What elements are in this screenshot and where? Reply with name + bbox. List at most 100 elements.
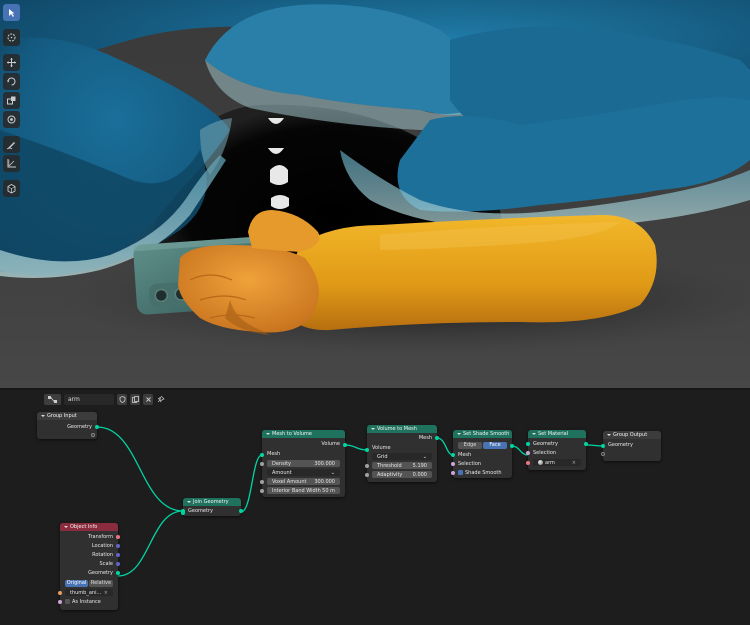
add-cube-icon — [7, 183, 16, 194]
node-volume-to-mesh[interactable]: Volume to Mesh Mesh Volume Grid ⌄ Thresho… — [365, 425, 439, 482]
collapse-chevron-icon[interactable] — [371, 428, 375, 430]
clear-icon[interactable]: × — [572, 460, 576, 466]
socket-threshold-in[interactable] — [365, 463, 369, 468]
chevron-down-icon: ⌄ — [422, 453, 427, 460]
socket-geometry-out[interactable] — [95, 425, 99, 429]
socket-geometry-out[interactable] — [239, 509, 243, 513]
node-object-info[interactable]: Object Info Transform Location Rotation … — [58, 523, 120, 610]
move-icon — [7, 58, 16, 67]
measure-tool[interactable] — [3, 155, 20, 172]
voxel-amount-label: Voxel Amount — [272, 478, 307, 485]
scale-tool[interactable] — [3, 92, 20, 109]
socket-mesh-in[interactable] — [260, 453, 264, 457]
node-mesh-to-volume[interactable]: Mesh to Volume Volume Mesh Density 300.00… — [260, 430, 347, 497]
output-location-label: Location — [91, 543, 113, 549]
socket-shade-smooth-in[interactable] — [451, 471, 455, 475]
socket-selection-in[interactable] — [451, 462, 455, 466]
collapse-chevron-icon[interactable] — [187, 501, 191, 503]
material-field-value: arm — [545, 459, 555, 466]
3d-viewport[interactable] — [0, 0, 750, 388]
collapse-chevron-icon[interactable] — [607, 434, 611, 436]
socket-virtual-in[interactable] — [601, 452, 605, 456]
shield-icon — [119, 395, 125, 403]
shade-smooth-row[interactable]: Shade Smooth — [453, 469, 512, 477]
clear-icon[interactable]: × — [104, 590, 108, 596]
geometry-node-editor[interactable]: arm Group Input Geometry Object Info Tra… — [0, 390, 750, 625]
socket-volume-out[interactable] — [343, 443, 347, 447]
node-tree-type-button[interactable] — [44, 393, 61, 405]
output-mesh-label: Mesh — [418, 435, 432, 441]
duplicate-tree-button[interactable] — [130, 393, 140, 405]
collapse-chevron-icon[interactable] — [41, 415, 45, 417]
node-set-shade-smooth[interactable]: Set Shade Smooth Edge Face Mesh Selectio… — [451, 430, 514, 478]
select-box-tool[interactable] — [3, 4, 20, 21]
collapse-chevron-icon[interactable] — [457, 433, 461, 435]
move-tool[interactable] — [3, 54, 20, 71]
socket-transform-out[interactable] — [116, 535, 120, 539]
object-field[interactable]: thumb_ani... × — [65, 589, 113, 596]
node-group-input[interactable]: Group Input Geometry — [37, 412, 99, 439]
link-object-info-to-join — [117, 510, 184, 577]
node-tree-name-field[interactable]: arm — [64, 393, 114, 405]
collapse-chevron-icon[interactable] — [64, 526, 68, 528]
interior-band-width-label: Interior Band Width — [272, 487, 321, 494]
socket-geometry-in[interactable] — [526, 442, 530, 446]
socket-density-in[interactable] — [260, 461, 264, 466]
node-join-geometry[interactable]: Join Geometry Geometry — [181, 498, 243, 516]
collapse-chevron-icon[interactable] — [266, 433, 270, 435]
socket-adaptivity-in[interactable] — [365, 472, 369, 477]
socket-volume-in[interactable] — [365, 448, 369, 452]
socket-as-instance-in[interactable] — [58, 600, 62, 604]
socket-interior-band-width-in[interactable] — [260, 488, 264, 493]
resolution-mode-dropdown[interactable]: Grid ⌄ — [372, 453, 432, 460]
socket-mesh-out[interactable] — [510, 444, 514, 448]
annotate-tool[interactable] — [3, 136, 20, 153]
node-set-material[interactable]: Set Material Geometry Selection arm × — [526, 430, 588, 470]
fake-user-button[interactable] — [117, 393, 127, 405]
shade-smooth-label: Shade Smooth — [465, 470, 502, 476]
socket-virtual-out[interactable] — [91, 433, 95, 437]
socket-mesh-in[interactable] — [451, 453, 455, 457]
unlink-tree-button[interactable] — [143, 393, 153, 405]
transform-tool[interactable] — [3, 111, 20, 128]
socket-selection-in[interactable] — [526, 451, 530, 455]
density-label: Density — [272, 460, 292, 467]
resolution-mode-dropdown[interactable]: Amount ⌄ — [267, 469, 340, 476]
socket-geometry-in[interactable] — [181, 509, 185, 515]
geometry-label: Geometry — [188, 508, 213, 514]
socket-material-in[interactable] — [526, 460, 530, 465]
material-sphere-icon — [538, 459, 543, 465]
resolution-mode-value: Amount — [272, 469, 292, 476]
socket-geometry-in[interactable] — [601, 444, 605, 448]
socket-mesh-out[interactable] — [435, 436, 439, 440]
node-editor-header: arm — [44, 393, 165, 405]
collapse-chevron-icon[interactable] — [532, 433, 536, 435]
socket-geometry-out[interactable] — [116, 571, 120, 575]
as-instance-checkbox[interactable] — [65, 598, 70, 604]
as-instance-row[interactable]: As Instance — [60, 598, 118, 606]
mode-relative-button[interactable]: Relative — [89, 580, 113, 587]
shade-smooth-checkbox[interactable] — [458, 469, 463, 475]
add-cube-tool[interactable] — [3, 180, 20, 197]
voxel-amount-field[interactable]: Voxel Amount 300.000 — [267, 478, 340, 485]
socket-location-out[interactable] — [116, 544, 120, 548]
socket-voxel-amount-in[interactable] — [260, 479, 264, 484]
node-tree-icon — [48, 395, 57, 403]
domain-edge-button[interactable]: Edge — [458, 442, 482, 449]
domain-face-button[interactable]: Face — [483, 442, 507, 449]
interior-band-width-field[interactable]: Interior Band Width 50 m — [267, 487, 340, 494]
cursor-tool[interactable] — [3, 29, 20, 46]
pin-button[interactable] — [156, 394, 165, 405]
node-title: Group Input — [47, 413, 77, 419]
socket-scale-out[interactable] — [116, 562, 120, 566]
socket-object-in[interactable] — [58, 591, 62, 595]
mode-original-button[interactable]: Original — [65, 580, 88, 587]
adaptivity-field[interactable]: Adaptivity 0.000 — [372, 471, 432, 478]
density-field[interactable]: Density 300.000 — [267, 460, 340, 467]
threshold-field[interactable]: Threshold 5.190 — [372, 462, 432, 469]
socket-rotation-out[interactable] — [116, 553, 120, 557]
material-field[interactable]: arm × — [533, 459, 581, 466]
rotate-tool[interactable] — [3, 73, 20, 90]
node-group-output[interactable]: Group Output Geometry — [601, 431, 661, 461]
socket-geometry-out[interactable] — [584, 442, 588, 446]
